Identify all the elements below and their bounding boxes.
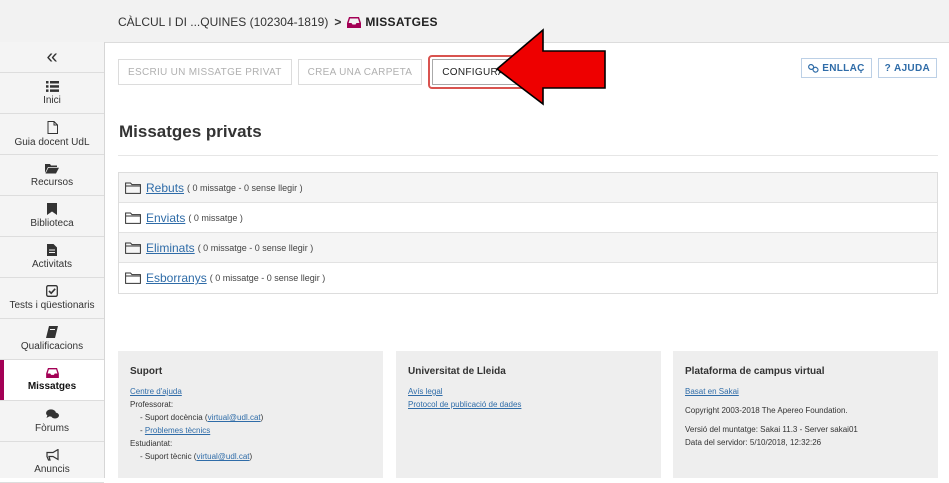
help-button[interactable]: ? AJUDA	[877, 58, 937, 78]
inbox-icon	[45, 368, 59, 378]
red-arrow-annotation	[495, 28, 606, 106]
book-icon	[46, 326, 58, 338]
folder-icon	[125, 182, 141, 194]
breadcrumb-current-label: MISSATGES	[365, 15, 438, 29]
breadcrumb-separator: >	[334, 15, 342, 29]
document-icon	[47, 120, 58, 134]
technical-problems-link[interactable]: Problemes tècnics	[145, 426, 210, 435]
tech-support-text: - Suport tècnic (	[140, 452, 197, 461]
tool-sidebar: « Inici Guia docent UdL Recursos Bibliot…	[0, 42, 105, 483]
footer-university-title: Universitat de Lleida	[408, 366, 506, 377]
folder-open-icon	[45, 163, 59, 173]
students-label: Estudiantat:	[130, 439, 173, 448]
tech-support-email-link[interactable]: virtual@udl.cat	[196, 452, 249, 461]
sidebar-item-recursos[interactable]: Recursos	[0, 155, 104, 196]
copyright-text: Copyright 2003-2018 The Apereo Foundatio…	[685, 406, 848, 415]
teaching-support-email-link[interactable]: virtual@udl.cat	[208, 413, 261, 422]
teaching-support-line: - Suport docència (virtual@udl.cat)	[130, 411, 371, 424]
sidebar-item-tests[interactable]: Tests i qüestionaris	[0, 278, 104, 319]
tech-support-line: - Suport tècnic (virtual@udl.cat)	[130, 450, 371, 463]
breadcrumb-site[interactable]: CÀLCUL I DI ...QUINES (102304-1819)	[118, 15, 328, 29]
create-folder-button[interactable]: CREA UNA CARPETA	[297, 59, 423, 85]
folder-link[interactable]: Eliminats	[146, 241, 195, 255]
sidebar-item-anuncis[interactable]: Anuncis	[0, 442, 104, 483]
folder-count: ( 0 missatge - 0 sense llegir )	[197, 242, 314, 253]
sidebar-item-biblioteca[interactable]: Biblioteca	[0, 196, 104, 237]
sidebar-item-label: Inici	[43, 94, 61, 106]
folder-row-esborranys: Esborranys ( 0 missatge - 0 sense llegir…	[119, 263, 937, 293]
write-private-message-button[interactable]: ESCRIU UN MISSATGE PRIVAT	[118, 59, 292, 85]
folder-icon	[125, 242, 141, 254]
sidebar-item-forums[interactable]: Fòrums	[0, 401, 104, 442]
footer: Suport Centre d'ajuda Professorat: - Sup…	[118, 351, 938, 478]
folder-row-rebuts: Rebuts ( 0 missatge - 0 sense llegir )	[119, 173, 937, 203]
title-divider	[118, 155, 938, 156]
folder-link[interactable]: Rebuts	[146, 181, 184, 195]
list-icon	[45, 80, 59, 92]
teachers-label: Professorat:	[130, 400, 174, 409]
link-button-label: ENLLAÇ	[822, 62, 865, 74]
comments-icon	[45, 408, 59, 418]
top-bar: CÀLCUL I DI ...QUINES (102304-1819) > MI…	[0, 0, 949, 43]
check-square-icon	[46, 285, 58, 297]
link-icon	[808, 63, 819, 73]
help-button-label: AJUDA	[894, 62, 930, 74]
footer-support-title: Suport	[130, 366, 163, 377]
inbox-icon	[347, 16, 362, 28]
sidebar-item-label: Guia docent UdL	[14, 136, 90, 148]
question-icon: ?	[884, 62, 892, 74]
server-date-text: Data del servidor: 5/10/2018, 12:32:26	[685, 438, 822, 447]
folder-link[interactable]: Enviats	[146, 211, 185, 225]
sakai-link[interactable]: Basat en Sakai	[685, 387, 739, 396]
sidebar-item-guia-docent[interactable]: Guia docent UdL	[0, 114, 104, 155]
collapse-sidebar-button[interactable]: «	[0, 42, 104, 73]
sidebar-item-label: Qualificacions	[20, 341, 84, 352]
breadcrumb-current: MISSATGES	[347, 15, 438, 29]
sidebar-item-activitats[interactable]: Activitats	[0, 237, 104, 278]
bookmark-icon	[47, 203, 57, 215]
sidebar-item-qualificacions[interactable]: Qualificacions	[0, 319, 104, 360]
tech-support-close: )	[249, 452, 253, 461]
folder-row-eliminats: Eliminats ( 0 missatge - 0 sense llegir …	[119, 233, 937, 263]
link-button[interactable]: ENLLAÇ	[801, 58, 872, 78]
folder-icon	[125, 272, 141, 284]
sidebar-item-inici[interactable]: Inici	[0, 73, 104, 114]
teaching-support-close: )	[260, 413, 264, 422]
folder-count: ( 0 missatge - 0 sense llegir )	[209, 273, 326, 283]
breadcrumb: CÀLCUL I DI ...QUINES (102304-1819) > MI…	[118, 15, 438, 29]
folder-count: ( 0 missatge - 0 sense llegir )	[187, 182, 303, 193]
page-title: Missatges privats	[119, 122, 262, 141]
folder-list: Rebuts ( 0 missatge - 0 sense llegir ) E…	[118, 172, 938, 294]
folder-count: ( 0 missatge )	[188, 212, 243, 223]
sidebar-item-label: Recursos	[30, 176, 74, 188]
folder-icon	[125, 212, 141, 224]
sidebar-item-label: Anuncis	[34, 464, 70, 475]
version-text: Versió del muntatge: Sakai 11.3 - Server…	[685, 425, 858, 434]
sidebar-item-label: Biblioteca	[30, 218, 74, 229]
folder-link[interactable]: Esborranys	[146, 271, 207, 285]
technical-problems-line: - Problemes tècnics	[130, 424, 371, 437]
double-chevron-left-icon: «	[46, 45, 58, 68]
data-protocol-link[interactable]: Protocol de publicació de dades	[408, 400, 521, 409]
footer-university: Universitat de Lleida Avís legal Protoco…	[396, 351, 661, 478]
sidebar-item-label: Tests i qüestionaris	[9, 300, 95, 311]
sidebar-item-missatges[interactable]: Missatges	[0, 360, 104, 401]
sidebar-item-label: Activitats	[31, 259, 72, 270]
legal-notice-link[interactable]: Avís legal	[408, 387, 443, 396]
bullhorn-icon	[45, 449, 59, 461]
help-center-link[interactable]: Centre d'ajuda	[130, 387, 182, 396]
footer-platform-title: Plataforma de campus virtual	[685, 366, 825, 377]
sidebar-item-label: Missatges	[27, 381, 77, 392]
tool-actions: ENLLAÇ ? AJUDA	[795, 58, 937, 78]
footer-platform: Plataforma de campus virtual Basat en Sa…	[673, 351, 938, 478]
footer-support: Suport Centre d'ajuda Professorat: - Sup…	[118, 351, 383, 478]
folder-row-enviats: Enviats ( 0 missatge )	[119, 203, 937, 233]
teaching-support-text: - Suport docència (	[140, 413, 208, 422]
file-text-icon	[47, 244, 57, 256]
messages-toolbar: ESCRIU UN MISSATGE PRIVAT CREA UNA CARPE…	[118, 55, 538, 89]
sidebar-item-label: Fòrums	[35, 422, 69, 434]
